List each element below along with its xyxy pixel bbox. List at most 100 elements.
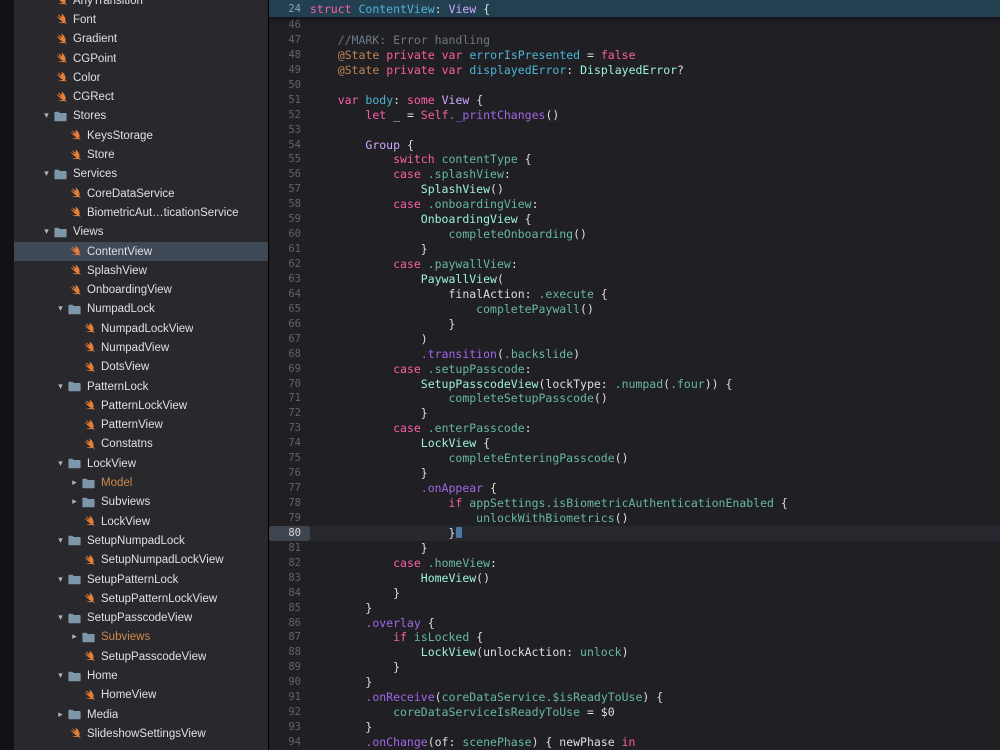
disclosure-chevron-icon[interactable]: ▾ (40, 169, 53, 179)
line-number[interactable]: 91 (269, 690, 310, 705)
sidebar-item-contentview[interactable]: ContentView (14, 241, 268, 262)
disclosure-chevron-icon[interactable]: ▸ (68, 632, 81, 642)
sidebar-item-homeview[interactable]: HomeView (14, 686, 268, 705)
line-number[interactable]: 61 (269, 242, 310, 257)
disclosure-chevron-icon[interactable]: ▸ (54, 710, 67, 720)
sidebar-item-patternlock[interactable]: ▾ PatternLock (14, 377, 268, 396)
code-line-68[interactable]: 68 .transition(.backslide) (269, 347, 1000, 362)
disclosure-chevron-icon[interactable]: ▾ (40, 111, 53, 121)
line-number[interactable]: 62 (269, 257, 310, 272)
sidebar-item-constatns[interactable]: Constatns (14, 435, 268, 454)
code-line-56[interactable]: 56 case .splashView: (269, 167, 1000, 182)
line-number[interactable]: 81 (269, 541, 310, 556)
code-line-75[interactable]: 75 completeEnteringPasscode() (269, 451, 1000, 466)
disclosure-chevron-icon[interactable]: ▸ (68, 497, 81, 507)
code-line-78[interactable]: 78 if appSettings.isBiometricAuthenticat… (269, 496, 1000, 511)
code-line-64[interactable]: 64 finalAction: .execute { (269, 287, 1000, 302)
line-number[interactable]: 73 (269, 421, 310, 436)
code-line-46[interactable]: 46 (269, 18, 1000, 33)
code-line-83[interactable]: 83 HomeView() (269, 571, 1000, 586)
sidebar-item-cgrect[interactable]: CGRect (14, 87, 268, 106)
sidebar-item-media[interactable]: ▸ Media (14, 705, 268, 724)
code-line-88[interactable]: 88 LockView(unlockAction: unlock) (269, 645, 1000, 660)
code-line-72[interactable]: 72 } (269, 406, 1000, 421)
code-editor[interactable]: 24 struct ContentView: View { 46 47 //MAR… (268, 0, 1000, 750)
sidebar-item-numpadlock[interactable]: ▾ NumpadLock (14, 300, 268, 319)
code-line-79[interactable]: 79 unlockWithBiometrics() (269, 511, 1000, 526)
code-line-80[interactable]: 80 } (269, 525, 1000, 541)
sidebar-item-biometricaut-ticationservice[interactable]: BiometricAut…ticationService (14, 203, 268, 222)
line-number[interactable]: 77 (269, 481, 310, 496)
code-line-51[interactable]: 51 var body: some View { (269, 93, 1000, 108)
code-line-89[interactable]: 89 } (269, 660, 1000, 675)
code-line-49[interactable]: 49 @State private var displayedError: Di… (269, 63, 1000, 78)
line-number[interactable]: 60 (269, 227, 310, 242)
line-number[interactable]: 47 (269, 33, 310, 48)
line-number[interactable]: 93 (269, 720, 310, 735)
code-line-82[interactable]: 82 case .homeView: (269, 556, 1000, 571)
code-line-48[interactable]: 48 @State private var errorIsPresented =… (269, 48, 1000, 63)
code-line-91[interactable]: 91 .onReceive(coreDataService.$isReadyTo… (269, 690, 1000, 705)
line-number[interactable]: 71 (269, 391, 310, 406)
sidebar-item-stores[interactable]: ▾ Stores (14, 107, 268, 126)
sidebar-item-lockview[interactable]: ▾ LockView (14, 454, 268, 473)
sidebar-item-gradient[interactable]: Gradient (14, 30, 268, 49)
sidebar-item-patternview[interactable]: PatternView (14, 416, 268, 435)
line-number[interactable]: 72 (269, 406, 310, 421)
line-number[interactable]: 51 (269, 93, 310, 108)
line-number[interactable]: 86 (269, 616, 310, 631)
line-number[interactable]: 88 (269, 645, 310, 660)
code-line-86[interactable]: 86 .overlay { (269, 616, 1000, 631)
code-line-60[interactable]: 60 completeOnboarding() (269, 227, 1000, 242)
code-line-93[interactable]: 93 } (269, 720, 1000, 735)
code-line-69[interactable]: 69 case .setupPasscode: (269, 362, 1000, 377)
sidebar-item-subviews[interactable]: ▸ Subviews (14, 628, 268, 647)
disclosure-chevron-icon[interactable]: ▾ (54, 613, 67, 623)
disclosure-chevron-icon[interactable]: ▾ (54, 304, 67, 314)
sidebar-item-color[interactable]: Color (14, 68, 268, 87)
line-number[interactable]: 56 (269, 167, 310, 182)
line-number[interactable]: 69 (269, 362, 310, 377)
sidebar-item-setuppatternlock[interactable]: ▾ SetupPatternLock (14, 570, 268, 589)
code-line-62[interactable]: 62 case .paywallView: (269, 257, 1000, 272)
line-number[interactable]: 55 (269, 152, 310, 167)
sidebar-item-setupnumpadlock[interactable]: ▾ SetupNumpadLock (14, 531, 268, 550)
code-line-74[interactable]: 74 LockView { (269, 436, 1000, 451)
line-number[interactable]: 48 (269, 48, 310, 63)
line-number[interactable]: 70 (269, 377, 310, 392)
line-number[interactable]: 68 (269, 347, 310, 362)
line-number[interactable]: 92 (269, 705, 310, 720)
code-line-57[interactable]: 57 SplashView() (269, 182, 1000, 197)
sidebar-item-splashview[interactable]: SplashView (14, 261, 268, 280)
code-line-90[interactable]: 90 } (269, 675, 1000, 690)
code-line-66[interactable]: 66 } (269, 317, 1000, 332)
code-line-85[interactable]: 85 } (269, 601, 1000, 616)
code-line-54[interactable]: 54 Group { (269, 138, 1000, 153)
line-number[interactable]: 74 (269, 436, 310, 451)
code-line-52[interactable]: 52 let _ = Self._printChanges() (269, 108, 1000, 123)
sidebar-item-views[interactable]: ▾ Views (14, 223, 268, 242)
code-line-61[interactable]: 61 } (269, 242, 1000, 257)
code-line-71[interactable]: 71 completeSetupPasscode() (269, 391, 1000, 406)
line-number[interactable]: 85 (269, 601, 310, 616)
line-number[interactable]: 78 (269, 496, 310, 511)
sidebar-item-slideshowsettingsview[interactable]: SlideshowSettingsView (14, 724, 268, 743)
code-line-73[interactable]: 73 case .enterPasscode: (269, 421, 1000, 436)
code-line-63[interactable]: 63 PaywallView( (269, 272, 1000, 287)
sidebar-item-keysstorage[interactable]: KeysStorage (14, 126, 268, 145)
sidebar-item-coredataservice[interactable]: CoreDataService (14, 184, 268, 203)
line-number[interactable]: 52 (269, 108, 310, 123)
code-line-87[interactable]: 87 if isLocked { (269, 630, 1000, 645)
sidebar-item-store[interactable]: Store (14, 145, 268, 164)
disclosure-chevron-icon[interactable]: ▾ (54, 671, 67, 681)
code-line-55[interactable]: 55 switch contentType { (269, 152, 1000, 167)
disclosure-chevron-icon[interactable]: ▾ (40, 227, 53, 237)
disclosure-chevron-icon[interactable]: ▾ (54, 575, 67, 585)
line-number[interactable]: 50 (269, 78, 310, 93)
code-line-92[interactable]: 92 coreDataServiceIsReadyToUse = $0 (269, 705, 1000, 720)
sidebar-item-model[interactable]: ▸ Model (14, 473, 268, 492)
code-line-65[interactable]: 65 completePaywall() (269, 302, 1000, 317)
code-line-81[interactable]: 81 } (269, 541, 1000, 556)
line-number[interactable]: 89 (269, 660, 310, 675)
code-line-70[interactable]: 70 SetupPasscodeView(lockType: .numpad(.… (269, 377, 1000, 392)
